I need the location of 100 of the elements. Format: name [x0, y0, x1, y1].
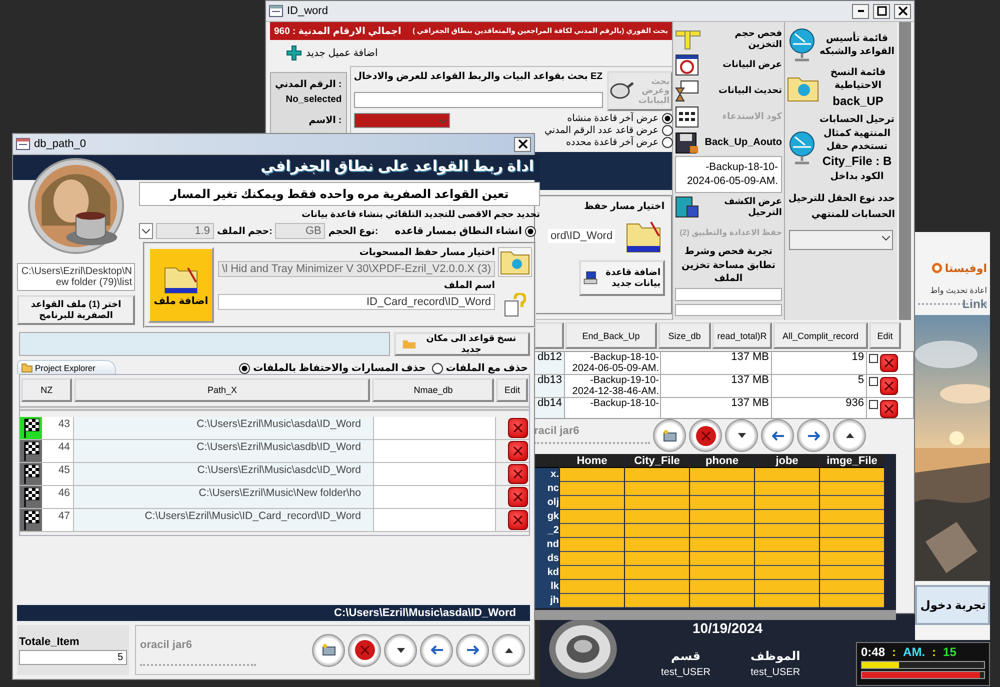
- grid-cell: [560, 552, 624, 566]
- close-button[interactable]: [894, 4, 911, 18]
- up-button[interactable]: [833, 419, 866, 452]
- input-field[interactable]: [675, 304, 782, 316]
- delete-button[interactable]: [508, 441, 528, 461]
- grid-cell: [690, 538, 754, 552]
- limit-text: تحديد حجم الاقصى للتجديد التلقائي بنشاء قاعدة بيانات: [300, 209, 540, 220]
- radio-button[interactable]: [239, 363, 250, 374]
- table-cell: C:\Users\Ezril\Music\asdc\ID_Word: [74, 463, 374, 485]
- radio-button[interactable]: [432, 363, 443, 374]
- forward-button[interactable]: [456, 634, 489, 666]
- clock-text: :: [892, 644, 896, 658]
- grid-cell: [560, 482, 624, 496]
- source-path-field[interactable]: C:\Users\Ezril\Desktop\New folder (79)\list: [17, 263, 135, 291]
- input-field[interactable]: [19, 332, 390, 356]
- column-header[interactable]: NZ: [21, 378, 72, 402]
- radio-button[interactable]: [662, 113, 673, 124]
- tab[interactable]: Project Explorer: [17, 360, 116, 374]
- row-selector[interactable]: [20, 486, 42, 508]
- checkered-flag-icon: [22, 486, 40, 508]
- tool-button[interactable]: عرض البيانات: [675, 52, 782, 77]
- scroll-bar[interactable]: [534, 610, 896, 620]
- column-header[interactable]: Nmae_db: [372, 378, 494, 402]
- row-selector[interactable]: [20, 463, 42, 485]
- tool-button[interactable]: فحص حجم التخزين: [675, 26, 782, 51]
- grid-cell: [755, 552, 819, 566]
- column-header[interactable]: Edit: [496, 378, 528, 402]
- radio-button[interactable]: [524, 226, 536, 236]
- add-file-button[interactable]: اضافة ملف: [148, 247, 214, 323]
- image-button[interactable]: [653, 419, 686, 452]
- report-button[interactable]: عرض الكشف الترحيل: [675, 194, 782, 220]
- column-header[interactable]: read_total)R: [712, 322, 772, 349]
- back-button[interactable]: [420, 634, 453, 666]
- column-header[interactable]: City_File: [625, 454, 689, 468]
- clock-text: AM.: [903, 644, 926, 658]
- copy-button[interactable]: نسخ قواعد الى مكان جديد: [394, 332, 530, 356]
- up-button[interactable]: [492, 634, 525, 666]
- column-header[interactable]: Home: [560, 454, 624, 468]
- column-header[interactable]: imge_File: [820, 454, 884, 468]
- input-field[interactable]: [675, 288, 782, 301]
- column-header[interactable]: Path_X: [74, 378, 370, 402]
- dropdown[interactable]: [789, 230, 893, 250]
- forward-button[interactable]: [797, 419, 830, 452]
- grid-cell: [560, 510, 624, 524]
- delete-button[interactable]: [508, 510, 528, 530]
- choose-file-button[interactable]: اختر (1) ملف القواعد الصفرية للبرنامج: [17, 295, 135, 325]
- file-name-field[interactable]: ID_Card_record\ID_Word: [218, 294, 495, 310]
- grid-cell: [625, 566, 689, 580]
- delete-button[interactable]: [508, 418, 528, 438]
- delete-button[interactable]: [348, 634, 381, 666]
- grid-cell: [820, 510, 884, 524]
- dropdown[interactable]: [139, 223, 153, 239]
- backup-name-field[interactable]: -Backup-18-10-2024-06-05-09-AM.: [675, 156, 782, 194]
- file-size-field[interactable]: 1.9: [156, 223, 214, 239]
- close-button[interactable]: [514, 136, 531, 152]
- menu-button[interactable]: قائمة تأسيس القواعد والشبكه: [787, 28, 895, 62]
- tool-button[interactable]: تحديث البيانات: [675, 78, 782, 103]
- grid-cell: [690, 594, 754, 608]
- column-header[interactable]: All_Complit_record: [773, 322, 868, 349]
- column-header[interactable]: jobe: [755, 454, 819, 468]
- column-header[interactable]: End_Back_Up: [565, 322, 657, 349]
- maximize-button[interactable]: [873, 4, 890, 18]
- option-label: حذف المسارات والاحتفاظ بالملفات: [253, 363, 426, 374]
- row-selector[interactable]: [20, 440, 42, 462]
- folder-icon: [402, 338, 416, 350]
- minimize-button[interactable]: [852, 4, 869, 18]
- delete-button[interactable]: [508, 487, 528, 507]
- radio-button[interactable]: [662, 137, 673, 148]
- delete-button[interactable]: [880, 354, 898, 372]
- checkbox[interactable]: [869, 354, 878, 363]
- link[interactable]: Link: [918, 297, 987, 311]
- search-field[interactable]: [354, 92, 603, 108]
- image-button[interactable]: [312, 634, 345, 666]
- option-label: عرض قاعد عدد الرقم المدني: [544, 125, 659, 136]
- column-header[interactable]: Edit: [869, 322, 901, 349]
- column-header[interactable]: Size_db: [658, 322, 711, 349]
- delete-button[interactable]: [508, 464, 528, 484]
- save-path-label: اختيار مسار حفظ: [584, 201, 665, 212]
- checkbox[interactable]: [869, 377, 878, 386]
- size-type-field[interactable]: GB: [275, 223, 326, 239]
- checkbox[interactable]: [869, 400, 878, 409]
- delete-button[interactable]: [880, 377, 898, 395]
- browse-button[interactable]: [498, 247, 532, 277]
- total-field[interactable]: 5: [19, 650, 127, 664]
- row-selector[interactable]: [20, 417, 42, 439]
- column-header[interactable]: phone: [690, 454, 754, 468]
- delete-button[interactable]: [880, 400, 898, 418]
- checkered-flag-icon: [22, 417, 40, 439]
- column-header[interactable]: [534, 454, 559, 468]
- login-button[interactable]: تجربة دخول: [915, 585, 990, 625]
- delete-button[interactable]: [689, 419, 722, 452]
- tool-button[interactable]: Back_Up_Aouto: [675, 130, 782, 155]
- add-database-button[interactable]: اضافة قاعدة بيانات جديد: [578, 260, 665, 296]
- withdraw-path-field[interactable]: l Hid and Tray Minimizer V 30\XPDF-Ezril_V2.0.0.X (3)\: [218, 261, 495, 277]
- add-client-button[interactable]: اضافة عميل جديد: [284, 43, 380, 63]
- row-selector[interactable]: [20, 509, 42, 531]
- scroll-bar[interactable]: [899, 22, 911, 320]
- save-path-field[interactable]: ord\ID_Word: [548, 229, 615, 243]
- back-button[interactable]: [761, 419, 794, 452]
- radio-button[interactable]: [662, 125, 673, 136]
